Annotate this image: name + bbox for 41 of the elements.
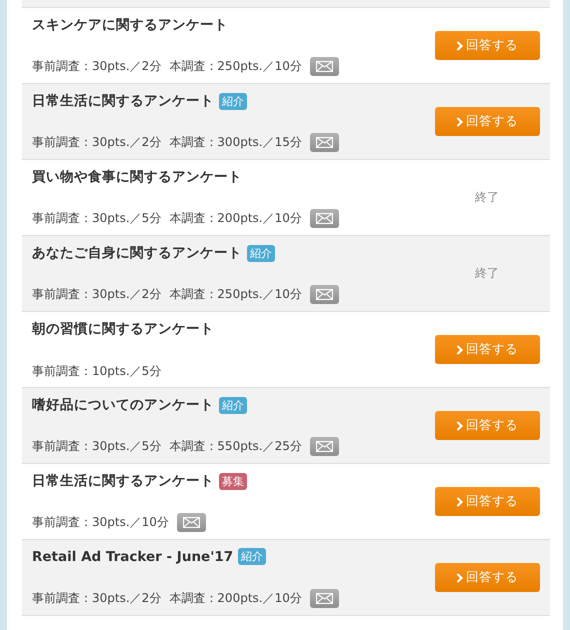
- pre-survey-info: 事前調査：30pts.／5分: [32, 210, 162, 227]
- main-survey-info: 本調査：200pts.／10分: [169, 590, 302, 607]
- answer-button[interactable]: 回答する: [434, 335, 540, 364]
- survey-title: 日常生活に関するアンケート: [32, 472, 214, 490]
- main-survey-info: 本調査：300pts.／15分: [169, 134, 302, 151]
- pre-survey-info: 事前調査：30pts.／2分: [32, 286, 162, 303]
- tag-label: 紹介: [238, 548, 266, 565]
- survey-title: あなたご自身に関するアンケート: [32, 244, 242, 262]
- closed-status: 終了: [475, 189, 499, 206]
- pre-survey-info: 事前調査：30pts.／10分: [32, 514, 169, 531]
- main-survey-info: 本調査：200pts.／10分: [169, 210, 302, 227]
- pre-survey-info: 事前調査：30pts.／2分: [32, 590, 162, 607]
- chevron-icon: [456, 344, 463, 354]
- survey-title: 嗜好品についてのアンケート: [32, 396, 214, 414]
- closed-status: 終了: [475, 265, 499, 282]
- pre-survey-info: 事前調査：30pts.／2分: [32, 58, 162, 75]
- survey-title: 日常生活に関するアンケート: [32, 92, 214, 110]
- main-survey-info: 本調査：250pts.／10分: [169, 58, 302, 75]
- main-survey-info: 本調査：550pts.／25分: [169, 438, 302, 455]
- pre-survey-info: 事前調査：30pts.／2分: [32, 134, 162, 151]
- main-survey-info: 本調査：250pts.／10分: [169, 286, 302, 303]
- chevron-icon: [456, 420, 463, 430]
- tag-label: 募集: [219, 472, 247, 490]
- answer-button[interactable]: 回答する: [434, 487, 540, 516]
- chevron-icon: [456, 572, 463, 582]
- tag-label: 紹介: [247, 244, 275, 262]
- pre-survey-info: 事前調査：10pts.／5分: [32, 363, 162, 380]
- pre-survey-info: 事前調査：30pts.／5分: [32, 438, 162, 455]
- answer-button[interactable]: 回答する: [434, 31, 540, 60]
- answer-button[interactable]: 回答する: [434, 107, 540, 136]
- tag-label: 紹介: [219, 92, 247, 110]
- tag-label: 紹介: [219, 396, 247, 414]
- survey-title: スキンケアに関するアンケート: [32, 16, 228, 34]
- chevron-icon: [456, 116, 463, 126]
- survey-title: Retail Ad Tracker - June'17: [32, 548, 234, 564]
- survey-title: 朝の習慣に関するアンケート: [32, 320, 214, 338]
- chevron-icon: [456, 40, 463, 50]
- answer-button[interactable]: 回答する: [434, 563, 540, 592]
- survey-title: 買い物や食事に関するアンケート: [32, 168, 242, 186]
- answer-button[interactable]: 回答する: [434, 411, 540, 440]
- chevron-icon: [456, 496, 463, 506]
